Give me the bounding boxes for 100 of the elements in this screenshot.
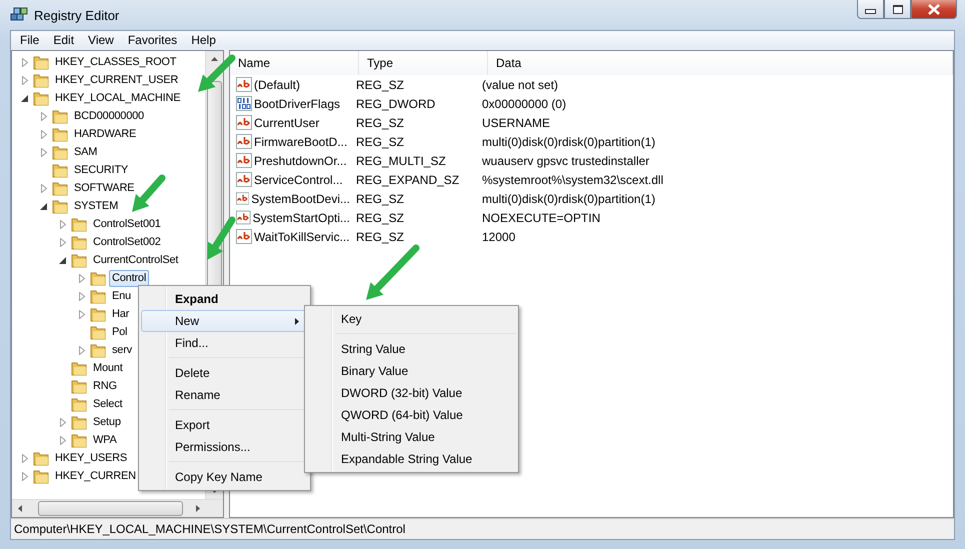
collapsed-arrow-icon[interactable] — [78, 346, 86, 354]
column-header[interactable]: Type — [359, 51, 488, 75]
column-header[interactable]: Data — [488, 51, 953, 75]
expanded-arrow-icon[interactable] — [40, 202, 48, 210]
string-value-icon — [236, 210, 251, 225]
collapsed-arrow-icon[interactable] — [59, 436, 67, 444]
menu-item[interactable]: Edit — [46, 33, 82, 47]
collapsed-arrow-icon[interactable] — [21, 472, 29, 480]
value-name[interactable]: FirmwareBootD... — [254, 134, 348, 148]
tree-item[interactable]: Control — [109, 270, 150, 286]
status-path: Computer\HKEY_LOCAL_MACHINE\SYSTEM\CurrentControlSet\Control — [14, 522, 406, 536]
value-name[interactable]: SystemBootDevi... — [251, 192, 350, 206]
value-name[interactable]: (Default) — [254, 78, 300, 92]
tree-item[interactable]: HARDWARE — [71, 126, 140, 142]
tree-item[interactable]: WPA — [90, 432, 120, 448]
value-type: REG_EXPAND_SZ — [355, 172, 460, 186]
submenu-item[interactable]: DWORD (32-bit) Value — [335, 382, 516, 404]
collapsed-arrow-icon[interactable] — [21, 58, 29, 66]
collapsed-arrow-icon[interactable] — [21, 454, 29, 462]
folder-icon — [90, 342, 106, 358]
tree-item[interactable]: SYSTEM — [71, 198, 122, 214]
submenu-item[interactable]: QWORD (64-bit) Value — [335, 404, 516, 426]
collapsed-arrow-icon[interactable] — [59, 238, 67, 246]
value-name[interactable]: ServiceControl... — [254, 172, 343, 186]
maximize-button[interactable] — [884, 0, 911, 19]
close-button[interactable] — [911, 0, 957, 19]
tree-item[interactable]: CurrentControlSet — [90, 252, 182, 268]
tree-item[interactable]: HKEY_CURREN — [52, 468, 139, 484]
tree-item[interactable]: Mount — [90, 360, 126, 376]
folder-icon — [52, 126, 68, 142]
scroll-up-icon[interactable] — [211, 57, 218, 61]
menu-item[interactable]: File — [13, 33, 46, 47]
collapsed-arrow-icon[interactable] — [40, 184, 48, 192]
tree-item[interactable]: SAM — [71, 144, 100, 160]
menu-item[interactable]: Favorites — [120, 33, 184, 47]
value-name[interactable]: CurrentUser — [254, 116, 320, 130]
submenu-item[interactable]: Multi-String Value — [335, 426, 516, 448]
collapsed-arrow-icon[interactable] — [78, 292, 86, 300]
collapsed-arrow-icon[interactable] — [40, 148, 48, 156]
collapsed-arrow-icon[interactable] — [40, 130, 48, 138]
context-menu-item[interactable]: Rename — [169, 384, 308, 406]
expanded-arrow-icon[interactable] — [21, 94, 29, 102]
collapsed-arrow-icon[interactable] — [59, 220, 67, 228]
tree-item[interactable]: Har — [109, 306, 132, 322]
tree-item[interactable]: Pol — [109, 324, 130, 340]
submenu-item[interactable]: Expandable String Value — [335, 448, 516, 470]
value-name[interactable]: PreshutdownOr... — [254, 154, 347, 168]
collapsed-arrow-icon[interactable] — [78, 310, 86, 318]
scroll-right-icon[interactable] — [196, 505, 200, 512]
tree-item[interactable]: SOFTWARE — [71, 180, 138, 196]
value-name[interactable]: BootDriverFlags — [254, 96, 340, 110]
folder-icon — [71, 234, 87, 250]
value-type: REG_SZ — [355, 210, 406, 224]
collapsed-arrow-icon[interactable] — [59, 418, 67, 426]
context-menu-item[interactable]: Expand — [141, 288, 308, 310]
expanded-arrow-icon[interactable] — [59, 256, 67, 264]
tree-item[interactable]: BCD00000000 — [71, 108, 147, 124]
tree-item[interactable]: Setup — [90, 414, 124, 430]
value-name[interactable]: SystemStartOpti... — [252, 210, 350, 224]
submenu-item[interactable]: Binary Value — [335, 360, 516, 382]
tree-item[interactable]: RNG — [90, 378, 120, 394]
context-menu-item[interactable]: Export — [169, 414, 308, 436]
collapsed-arrow-icon[interactable] — [40, 112, 48, 120]
tree-item[interactable]: HKEY_CLASSES_ROOT — [52, 54, 180, 70]
context-menu-item[interactable]: Find... — [141, 332, 308, 354]
scrollbar-thumb[interactable] — [38, 501, 183, 516]
value-data: wuauserv gpsvc trustedinstaller — [481, 154, 650, 168]
string-value-icon — [236, 229, 252, 244]
column-header[interactable]: Name — [230, 51, 359, 75]
context-menu-item[interactable]: Permissions... — [169, 436, 308, 458]
horizontal-scrollbar[interactable] — [12, 499, 223, 517]
minimize-button[interactable] — [857, 0, 884, 19]
value-type: REG_MULTI_SZ — [355, 154, 447, 168]
folder-icon — [33, 450, 49, 466]
folder-icon — [71, 216, 87, 232]
tree-item[interactable]: Select — [90, 396, 126, 412]
folder-icon — [90, 288, 106, 304]
submenu-item[interactable]: String Value — [335, 338, 516, 360]
context-menu-item[interactable]: Delete — [169, 362, 308, 384]
folder-icon — [90, 324, 106, 340]
menu-item[interactable]: Help — [184, 33, 223, 47]
menu-item[interactable]: View — [81, 33, 121, 47]
scroll-left-icon[interactable] — [18, 505, 22, 512]
tree-item[interactable]: SECURITY — [71, 162, 132, 178]
tree-item[interactable]: HKEY_USERS — [52, 450, 130, 466]
tree-item[interactable]: HKEY_CURRENT_USER — [52, 72, 182, 88]
tree-item[interactable]: ControlSet002 — [90, 234, 164, 250]
context-menu-item[interactable]: Copy Key Name — [169, 466, 308, 488]
folder-icon — [52, 198, 68, 214]
value-type: REG_SZ — [355, 230, 406, 244]
tree-item[interactable]: ControlSet001 — [90, 216, 164, 232]
value-name[interactable]: WaitToKillServic... — [254, 230, 350, 244]
collapsed-arrow-icon[interactable] — [21, 76, 29, 84]
collapsed-arrow-icon[interactable] — [78, 274, 86, 282]
tree-item[interactable]: serv — [109, 342, 135, 358]
tree-item[interactable]: HKEY_LOCAL_MACHINE — [52, 90, 184, 106]
value-data: USERNAME — [481, 116, 552, 130]
tree-item[interactable]: Enu — [109, 288, 134, 304]
arrow-annotation — [132, 174, 166, 212]
submenu-item[interactable]: Key — [307, 308, 516, 330]
